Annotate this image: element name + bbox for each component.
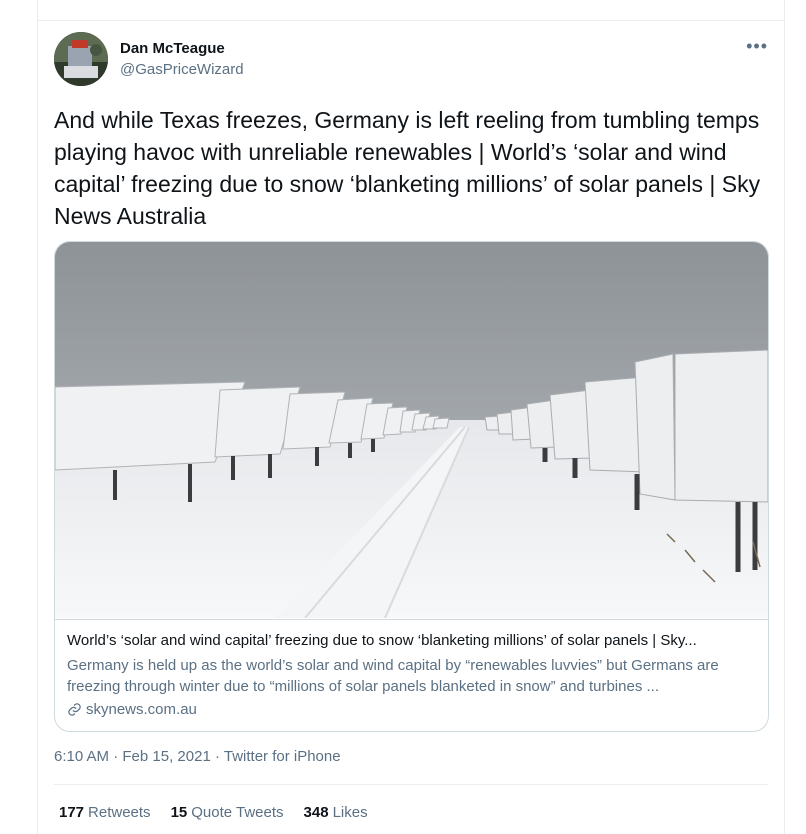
tweet-text: And while Texas freezes, Germany is left… — [54, 107, 761, 229]
author-handle[interactable]: @GasPriceWizard — [120, 61, 244, 78]
link-card[interactable]: World’s ‘solar and wind capital’ freezin… — [54, 241, 769, 732]
quote-tweets-stat[interactable]: 15 Quote Tweets — [171, 804, 284, 821]
card-domain[interactable]: skynews.com.au — [67, 701, 197, 718]
author-name[interactable]: Dan McTeague — [120, 40, 225, 57]
retweets-label: Retweets — [88, 804, 151, 821]
tweet-column: Dan McTeague @GasPriceWizard ••• And whi… — [37, 0, 785, 834]
likes-stat[interactable]: 348 Likes — [304, 804, 368, 821]
tweet-source[interactable]: Twitter for iPhone — [224, 748, 341, 765]
tweet-date[interactable]: Feb 15, 2021 — [122, 748, 210, 765]
meta-separator: · — [109, 748, 123, 765]
tweet-meta: 6:10 AM · Feb 15, 2021 · Twitter for iPh… — [54, 748, 341, 765]
retweets-count: 177 — [59, 804, 85, 821]
likes-label: Likes — [332, 804, 368, 821]
top-divider — [38, 20, 784, 21]
likes-count: 348 — [303, 804, 329, 821]
more-horizontal-icon[interactable]: ••• — [746, 36, 768, 57]
card-body: World’s ‘solar and wind capital’ freezin… — [55, 619, 768, 731]
divider — [54, 784, 768, 785]
tweet-time[interactable]: 6:10 AM — [54, 748, 109, 765]
meta-separator: · — [210, 748, 224, 765]
card-domain-text: skynews.com.au — [86, 701, 197, 718]
card-description: Germany is held up as the world’s solar … — [67, 657, 719, 695]
card-title[interactable]: World’s ‘solar and wind capital’ freezin… — [67, 632, 757, 649]
quote-tweets-count: 15 — [170, 804, 188, 821]
tweet-stats: 177 Retweets 15 Quote Tweets 348 Likes — [59, 804, 368, 821]
retweets-stat[interactable]: 177 Retweets — [59, 804, 151, 821]
quote-tweets-label: Quote Tweets — [191, 804, 284, 821]
avatar[interactable] — [54, 32, 108, 86]
card-image — [55, 242, 768, 618]
link-icon — [68, 703, 81, 716]
